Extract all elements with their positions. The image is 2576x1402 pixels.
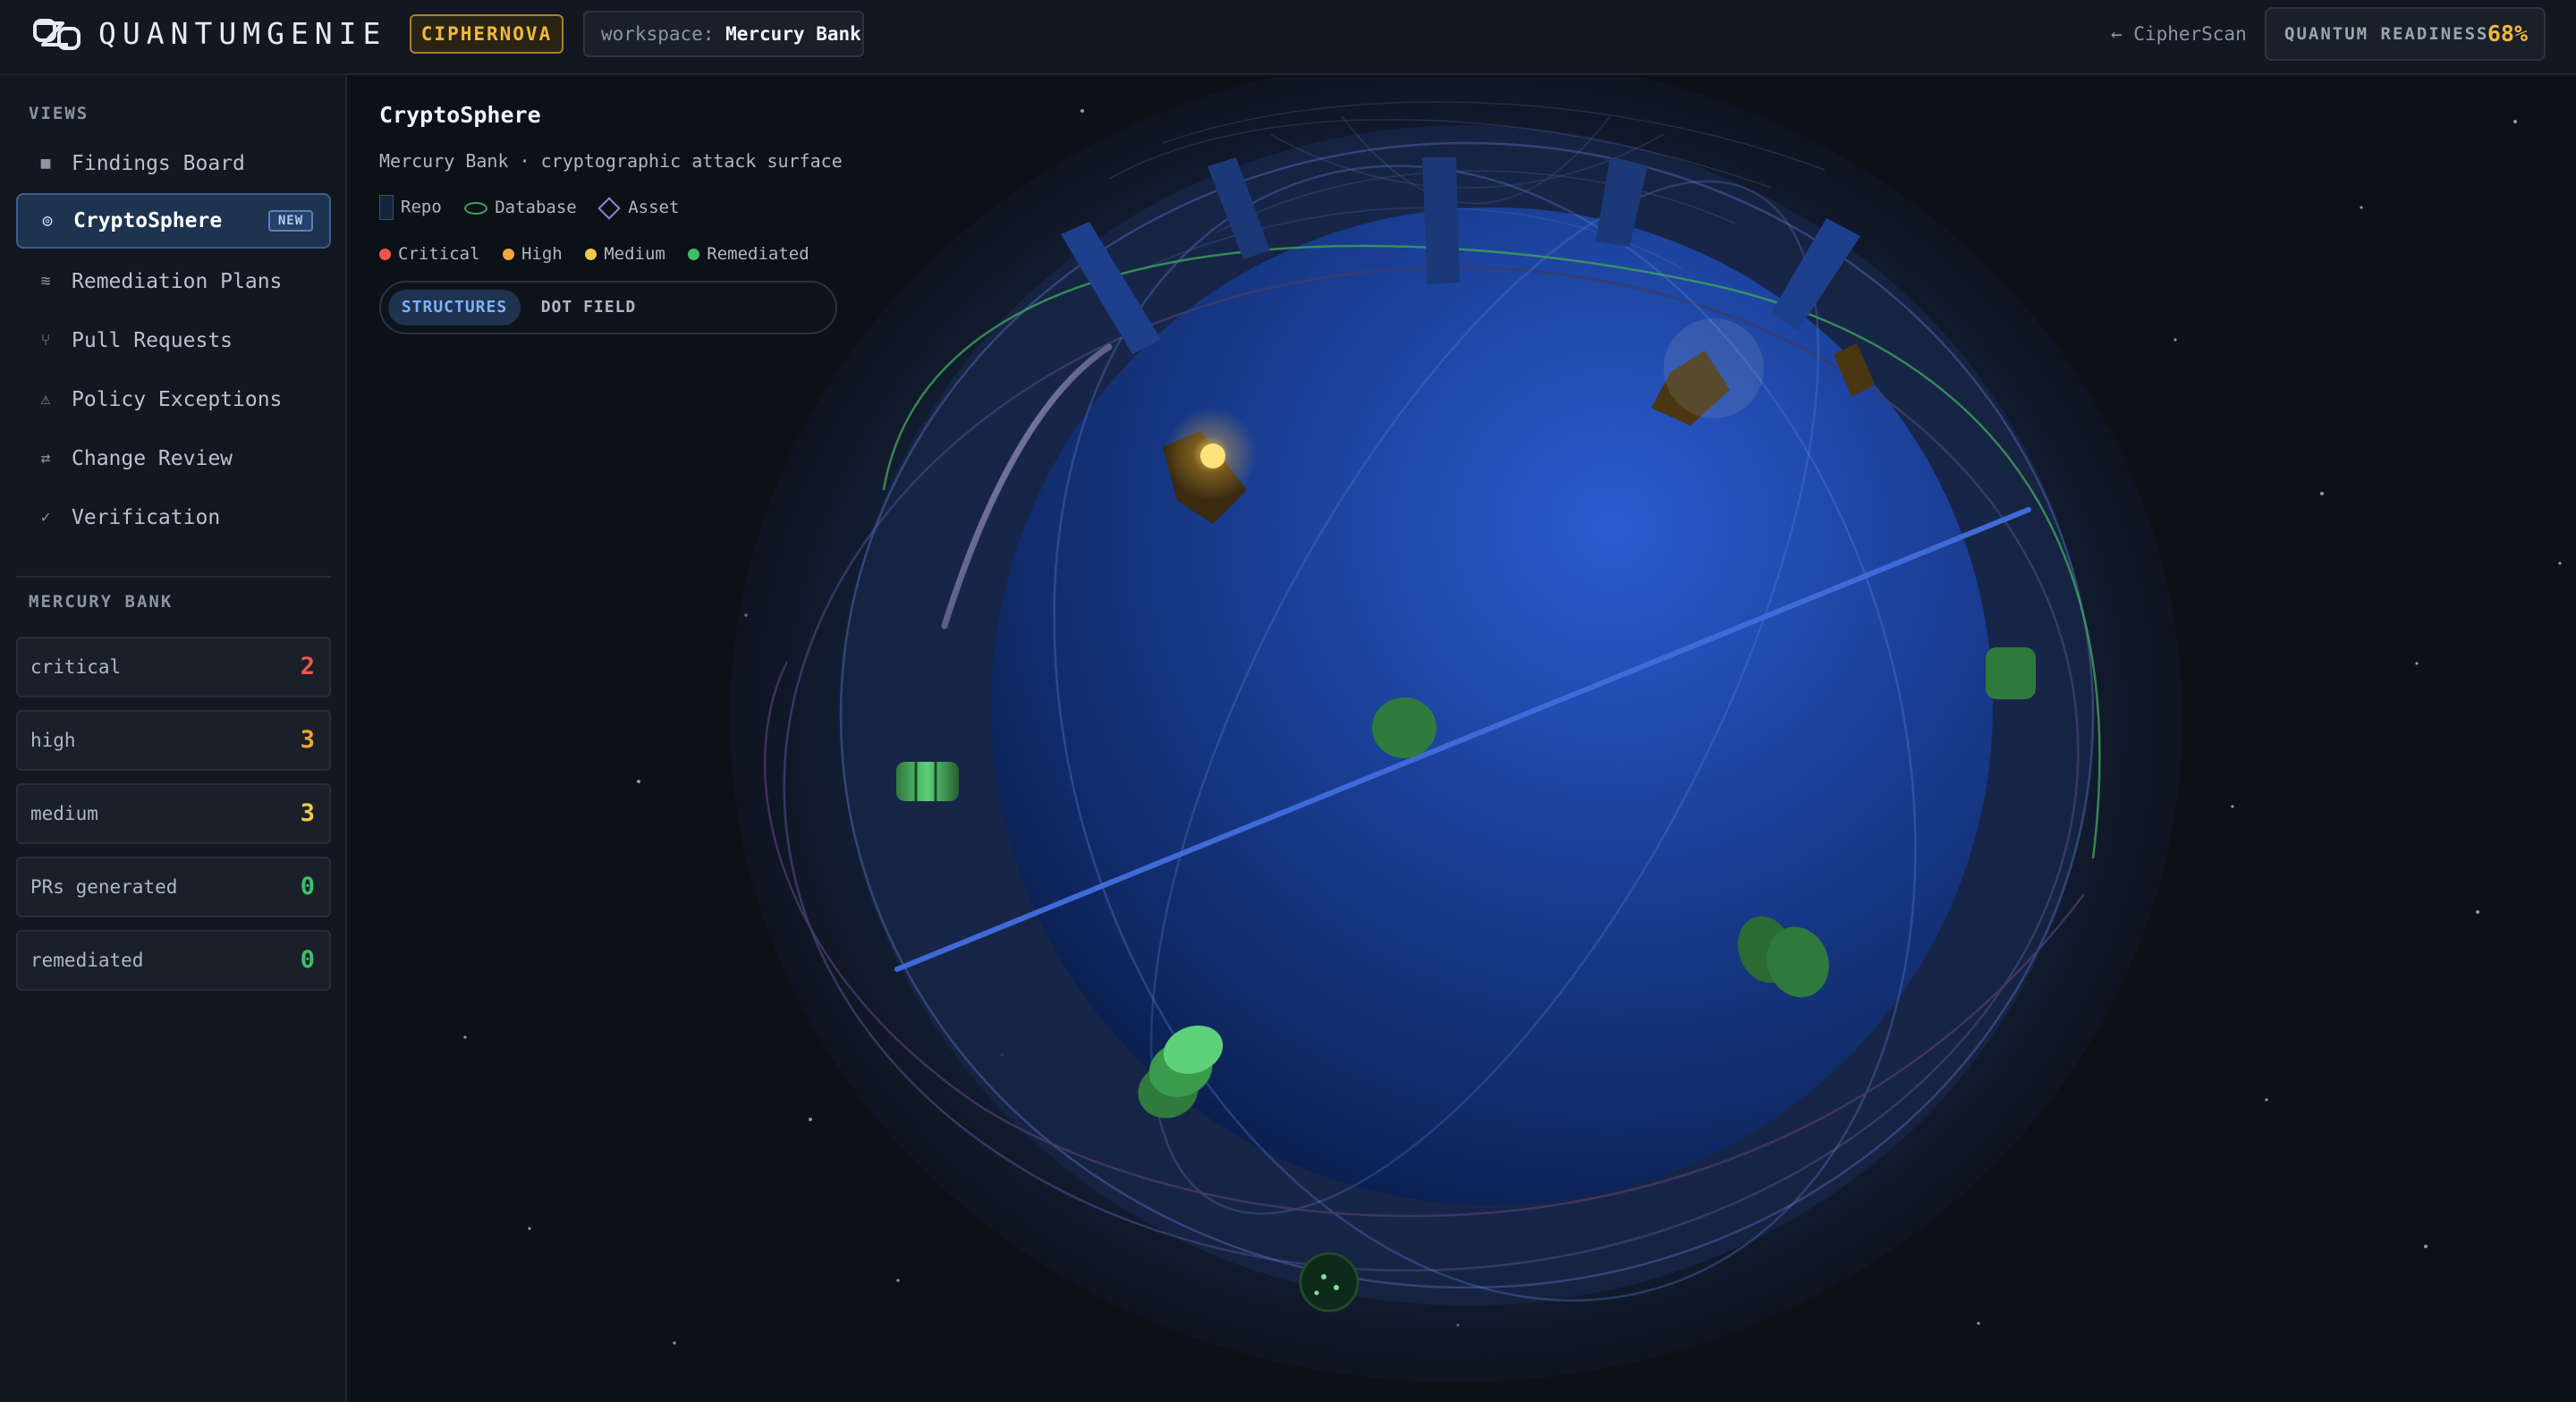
stat-critical: critical 2 [16,637,331,697]
asset-node [1299,1252,1360,1313]
nav-remediation-plans[interactable]: ≋ Remediation Plans [16,254,331,309]
critical-dot-icon [379,248,391,260]
nav-label: Pull Requests [72,329,233,352]
readiness-value: 68% [2487,21,2528,46]
stat-label: medium [30,803,98,824]
wave-lines-icon: ≋ [40,272,51,291]
sidebar-divider [16,576,331,578]
asset-swatch-icon [597,196,621,220]
stat-value: 2 [300,653,315,680]
view-subtitle: Mercury Bank · cryptographic attack surf… [379,150,843,172]
swap-arrows-icon: ⇄ [40,449,51,468]
views-section-title: VIEWS [29,104,89,123]
stat-label: remediated [30,950,144,971]
legend-remediated: Remediated [688,244,809,264]
high-dot-icon [502,248,514,260]
stat-label: critical [30,656,122,678]
legend-asset: Asset [597,196,679,220]
workspace-label: workspace: [601,23,715,45]
stat-value: 3 [300,726,315,754]
stat-high: high 3 [16,710,331,771]
medium-dot-icon [585,248,597,260]
finding-glow [1664,318,1764,418]
dot-field-mode-button[interactable]: DOT FIELD [530,290,648,325]
repo-swatch-icon [379,195,394,220]
top-bar: QUANTUMGENIE CIPHERNOVA workspace: Mercu… [0,0,2576,75]
severity-legend: Critical High Medium Remediated [379,243,822,264]
nav-policy-exceptions[interactable]: ⚠ Policy Exceptions [16,372,331,427]
nav-cryptosphere[interactable]: ◎ CryptoSphere NEW [16,193,331,249]
nav-label: Findings Board [72,152,245,175]
warning-icon: ⚠ [40,390,51,409]
sidebar: VIEWS ■ Findings Board ◎ CryptoSphere NE… [0,75,347,1402]
back-to-cipherscan-link[interactable]: ← CipherScan [2111,18,2247,50]
repo-node [1422,157,1460,284]
nav-label: Change Review [72,447,233,470]
nav-pull-requests[interactable]: ⑂ Pull Requests [16,313,331,368]
stat-value: 0 [300,873,315,900]
stat-prs-generated: PRs generated 0 [16,857,331,917]
stat-label: PRs generated [30,876,178,898]
database-swatch-icon [464,201,488,215]
nav-findings-board[interactable]: ■ Findings Board [16,136,331,191]
readiness-label: QUANTUM READINESS [2284,24,2489,44]
legend-database: Database [464,198,577,217]
app-name: QUANTUMGENIE [98,16,387,51]
legend-repo: Repo [379,195,442,220]
workspace-selector[interactable]: workspace: Mercury Bank [583,11,864,57]
structures-mode-button[interactable]: STRUCTURES [388,290,521,325]
nav-label: CryptoSphere [73,209,223,232]
quantum-readiness-badge: QUANTUM READINESS 68% [2265,7,2546,61]
database-node [896,762,959,801]
nav-label: Remediation Plans [72,270,283,293]
nav-change-review[interactable]: ⇄ Change Review [16,431,331,486]
new-badge: NEW [268,210,313,232]
branch-icon: ⑂ [40,331,51,350]
critical-core [1200,443,1225,469]
nav-label: Policy Exceptions [72,388,283,411]
nav-verification[interactable]: ✓ Verification [16,490,331,545]
database-node [1986,647,2036,699]
view-title: CryptoSphere [379,102,541,128]
target-icon: ◎ [42,211,53,230]
nav-label: Verification [72,506,221,529]
stat-value: 0 [300,946,315,974]
stat-label: high [30,730,76,751]
org-section-title: MERCURY BANK [29,592,174,612]
database-node [1372,697,1436,758]
workspace-name: Mercury Bank [725,23,861,45]
node-type-legend: Repo Database Asset [379,195,691,220]
stat-remediated: remediated 0 [16,930,331,991]
grid-square-icon: ■ [40,154,51,173]
remediated-dot-icon [688,248,700,260]
brand-badge: CIPHERNOVA [410,14,564,54]
quantum-logo-icon [33,19,80,50]
check-icon: ✓ [40,508,51,527]
legend-critical: Critical [379,244,480,264]
legend-medium: Medium [585,244,665,264]
cryptosphere-canvas[interactable] [347,77,2576,1402]
view-mode-toggle: STRUCTURES DOT FIELD [379,281,837,334]
stat-medium: medium 3 [16,783,331,844]
legend-high: High [502,244,563,264]
stat-value: 3 [300,799,315,827]
